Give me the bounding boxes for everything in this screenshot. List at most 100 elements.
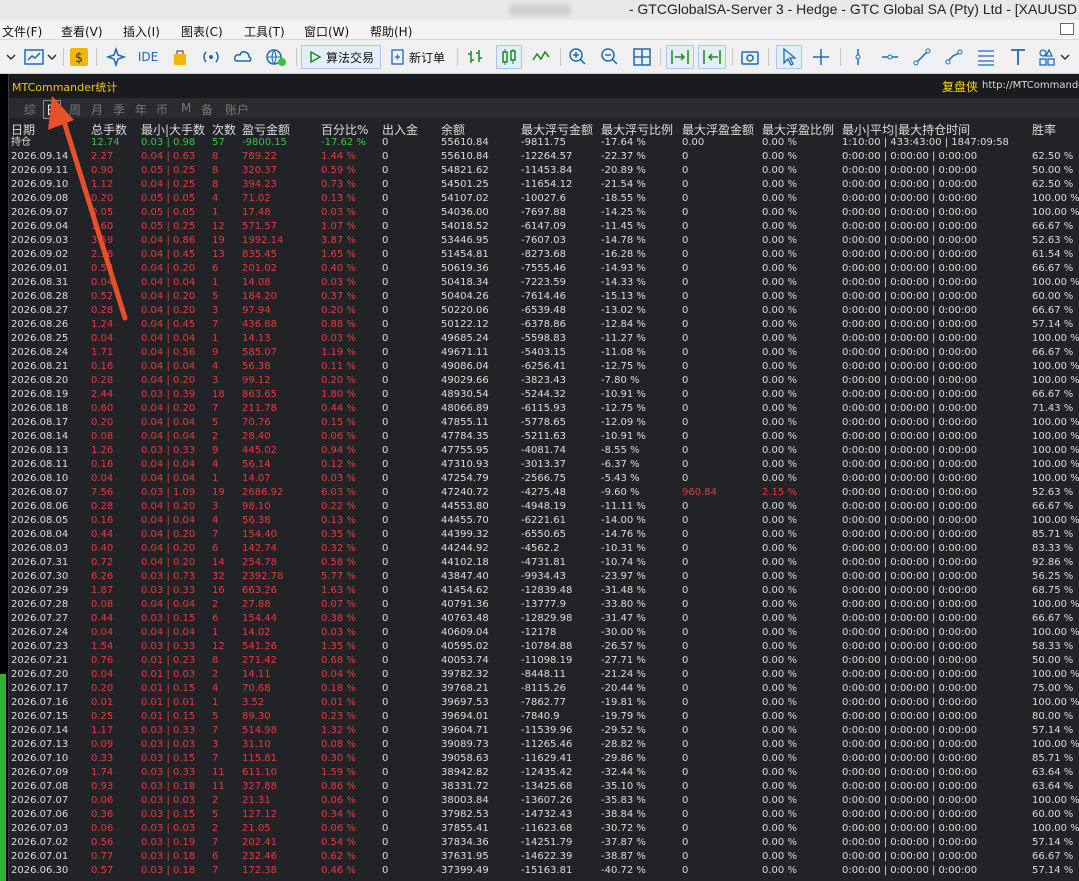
table-row[interactable]: 2026.08.28 0.52 0.04 | 0.20 5 184.20 0.37 % 0 5… (9, 290, 1079, 304)
table-row[interactable]: 2026.08.17 0.20 0.04 | 0.04 5 70.76 0.15 % 0 47… (9, 416, 1079, 430)
table-row[interactable]: 2026.08.03 0.40 0.04 | 0.20 6 142.74 0.32 % 0 4… (9, 542, 1079, 556)
community-button[interactable] (262, 45, 290, 69)
menu-file[interactable]: 文件(F) (2, 23, 42, 40)
menu-view[interactable]: 查看(V) (61, 23, 103, 40)
tab-account[interactable]: 账户 (225, 101, 249, 118)
table-row[interactable]: 2026.07.10 0.33 0.03 | 0.15 7 115.81 0.30 % 0 3… (9, 752, 1079, 766)
table-row[interactable]: 2026.07.30 6.26 0.03 | 0.73 32 2392.78 5.77 %… (9, 570, 1079, 584)
table-row[interactable]: 2026.07.13 0.09 0.03 | 0.03 3 31.10 0.08 % 0 39… (9, 738, 1079, 752)
table-row[interactable]: 2026.08.21 0.16 0.04 | 0.04 4 56.38 0.11 % 0 49… (9, 360, 1079, 374)
tab-backup[interactable]: 备 (201, 101, 213, 118)
table-row[interactable]: 2026.08.31 0.04 0.04 | 0.04 1 14.08 0.03 % 0 50… (9, 276, 1079, 290)
table-row[interactable]: 2026.07.17 0.20 0.01 | 0.15 4 70.68 0.18 % 0 39… (9, 682, 1079, 696)
table-row[interactable]: 2026.07.29 1.87 0.03 | 0.33 16 663.26 1.63 % 0… (9, 584, 1079, 598)
table-row[interactable]: 2026.08.26 1.24 0.04 | 0.45 7 436.88 0.88 % 0 5… (9, 318, 1079, 332)
vps-button[interactable] (230, 45, 256, 69)
positions-row[interactable]: 持仓 12.74 0.03 | 0.98 57 -9800.15 -17.62 … (9, 136, 1079, 150)
table-row[interactable]: 2026.07.06 0.36 0.03 | 0.15 5 127.12 0.34 % 0 3… (9, 808, 1079, 822)
algo-trading-button[interactable]: 算法交易 (301, 45, 381, 69)
table-row[interactable]: 2026.07.07 0.06 0.03 | 0.03 2 21.31 0.06 % 0 38… (9, 794, 1079, 808)
crosshair-button[interactable] (808, 45, 834, 69)
table-row[interactable]: 2026.07.03 0.06 0.03 | 0.03 2 21.05 0.06 % 0 37… (9, 822, 1079, 836)
trendline-button[interactable] (910, 45, 934, 69)
table-row[interactable]: 2026.07.15 0.25 0.01 | 0.15 5 89.30 0.23 % 0 39… (9, 710, 1079, 724)
table-row[interactable]: 2026.08.06 0.28 0.04 | 0.20 3 98.10 0.22 % 0 44… (9, 500, 1079, 514)
tab-summary[interactable]: 综 (24, 101, 36, 118)
table-row[interactable]: 2026.08.27 0.28 0.04 | 0.20 3 97.94 0.20 % 0 50… (9, 304, 1079, 318)
auto-scroll-button[interactable] (666, 45, 694, 69)
vertical-line-button[interactable] (846, 45, 870, 69)
table-row[interactable]: 2026.09.10 1.12 0.04 | 0.25 8 394.23 0.73 % 0 5… (9, 178, 1079, 192)
table-row[interactable]: 2026.09.14 2.27 0.04 | 0.63 8 789.22 1.44 % 0 5… (9, 150, 1079, 164)
table-row[interactable]: 2026.07.31 0.72 0.04 | 0.20 14 254.78 0.58 % 0… (9, 556, 1079, 570)
strategy-tester-button[interactable] (104, 45, 128, 69)
menu-help[interactable]: 帮助(H) (370, 23, 412, 40)
fibonacci-button[interactable] (974, 45, 998, 69)
zoom-out-button[interactable] (598, 45, 622, 69)
tab-currency[interactable]: 币 (156, 101, 168, 118)
table-row[interactable]: 2026.08.07 7.56 0.03 | 1.09 19 2686.92 6.03 %… (9, 486, 1079, 500)
table-row[interactable]: 2026.09.11 0.90 0.05 | 0.25 8 320.37 0.59 % 0 5… (9, 164, 1079, 178)
table-row[interactable]: 2026.07.20 0.04 0.01 | 0.03 2 14.11 0.04 % 0 39… (9, 668, 1079, 682)
shapes-dropdown[interactable] (1036, 45, 1074, 69)
table-row[interactable]: 2026.06.30 0.57 0.03 | 0.18 7 172.38 0.46 % 0 3… (9, 864, 1079, 878)
line-chart-button[interactable] (528, 45, 554, 69)
candlestick-chart-button[interactable] (496, 45, 522, 69)
table-row[interactable]: 2026.08.18 0.60 0.04 | 0.20 7 211.78 0.44 % 0 4… (9, 402, 1079, 416)
table-row[interactable]: 2026.08.11 0.16 0.04 | 0.04 4 56.14 0.12 % 0 47… (9, 458, 1079, 472)
signals-button[interactable] (198, 45, 224, 69)
brand-url[interactable]: http://MTCommander (982, 80, 1079, 91)
table-row[interactable]: 2026.07.02 0.56 0.03 | 0.19 7 202.41 0.54 % 0 3… (9, 836, 1079, 850)
table-row[interactable]: 2026.09.08 0.20 0.05 | 0.05 4 71.02 0.13 % 0 54… (9, 192, 1079, 206)
table-row[interactable]: 2026.08.05 0.16 0.04 | 0.04 4 56.38 0.13 % 0 44… (9, 514, 1079, 528)
table-row[interactable]: 2026.07.16 0.01 0.01 | 0.01 1 3.52 0.01 % 0 396… (9, 696, 1079, 710)
market-button[interactable] (168, 45, 192, 69)
tab-daily[interactable]: 日 (43, 100, 62, 119)
tile-windows-button[interactable] (630, 45, 654, 69)
table-row[interactable]: 2026.07.14 1.17 0.03 | 0.33 7 514.98 1.32 % 0 3… (9, 724, 1079, 738)
table-row[interactable]: 2026.07.24 0.04 0.04 | 0.04 1 14.02 0.03 % 0 40… (9, 626, 1079, 640)
bar-chart-button[interactable] (463, 45, 487, 69)
market-watch-button[interactable]: $ (68, 45, 90, 69)
table-row[interactable]: 2026.08.04 0.44 0.04 | 0.20 7 154.40 0.35 % 0 4… (9, 528, 1079, 542)
tab-weekly[interactable]: 周 (69, 101, 81, 118)
restore-window-icon[interactable] (1060, 23, 1074, 35)
zoom-in-button[interactable] (566, 45, 590, 69)
menu-tools[interactable]: 工具(T) (244, 23, 285, 40)
tab-quarterly[interactable]: 季 (113, 101, 125, 118)
table-row[interactable]: 2026.07.01 0.77 0.03 | 0.18 6 232.46 0.62 % 0 3… (9, 850, 1079, 864)
table-row[interactable]: 2026.08.10 0.04 0.04 | 0.04 1 14.07 0.03 % 0 47… (9, 472, 1079, 486)
table-row[interactable]: 2026.08.13 1.26 0.03 | 0.33 9 445.02 0.94 % 0 4… (9, 444, 1079, 458)
screenshot-button[interactable] (738, 45, 762, 69)
table-row[interactable]: 2026.09.02 2.36 0.04 | 0.45 13 835.45 1.65 % 0… (9, 248, 1079, 262)
table-row[interactable]: 2026.07.21 0.76 0.01 | 0.23 8 271.42 0.68 % 0 4… (9, 654, 1079, 668)
tab-monthly[interactable]: 月 (91, 101, 103, 118)
table-row[interactable]: 2026.09.07 0.05 0.05 | 0.05 1 17.48 0.03 % 0 54… (9, 206, 1079, 220)
new-order-button[interactable]: 新订单 (385, 45, 451, 69)
table-row[interactable]: 2026.07.09 1.74 0.03 | 0.33 11 611.10 1.59 % 0… (9, 766, 1079, 780)
equidistant-channel-button[interactable] (942, 45, 966, 69)
horizontal-line-button[interactable] (878, 45, 902, 69)
table-row[interactable]: 2026.08.19 2.44 0.03 | 0.39 18 863.65 1.80 % 0… (9, 388, 1079, 402)
table-row[interactable]: 2026.08.20 0.28 0.04 | 0.20 3 99.12 0.20 % 0 49… (9, 374, 1079, 388)
table-row[interactable]: 2026.09.04 1.60 0.05 | 0.25 12 571.57 1.07 % 0… (9, 220, 1079, 234)
tab-yearly[interactable]: 年 (135, 101, 147, 118)
table-row[interactable]: 2026.08.25 0.04 0.04 | 0.04 1 14.13 0.03 % 0 49… (9, 332, 1079, 346)
text-tool-button[interactable] (1006, 45, 1030, 69)
table-row[interactable]: 2026.07.23 1.54 0.03 | 0.33 12 541.26 1.35 % 0… (9, 640, 1079, 654)
cursor-button[interactable] (776, 45, 802, 69)
profiles-button[interactable] (22, 45, 60, 69)
table-row[interactable]: 2026.08.24 1.71 0.04 | 0.56 9 585.07 1.19 % 0 4… (9, 346, 1079, 360)
table-row[interactable]: 2026.07.08 0.93 0.03 | 0.18 11 327.88 0.86 % 0… (9, 780, 1079, 794)
ide-button[interactable]: IDE (134, 45, 162, 69)
table-row[interactable]: 2026.07.28 0.08 0.04 | 0.04 2 27.88 0.07 % 0 40… (9, 598, 1079, 612)
chart-shift-button[interactable] (698, 45, 726, 69)
table-row[interactable]: 2026.08.14 0.08 0.04 | 0.04 2 28.40 0.06 % 0 47… (9, 430, 1079, 444)
new-chart-dropdown[interactable] (4, 45, 18, 69)
table-row[interactable]: 2026.09.03 3.59 0.04 | 0.86 19 1992.14 3.87 %… (9, 234, 1079, 248)
table-row[interactable]: 2026.07.27 0.44 0.03 | 0.15 6 154.44 0.38 % 0 4… (9, 612, 1079, 626)
table-row[interactable]: 2026.09.01 0.58 0.04 | 0.20 6 201.02 0.40 % 0 5… (9, 262, 1079, 276)
menu-charts[interactable]: 图表(C) (181, 23, 223, 40)
tab-magic[interactable]: M (181, 101, 191, 115)
menu-insert[interactable]: 插入(I) (123, 23, 160, 40)
